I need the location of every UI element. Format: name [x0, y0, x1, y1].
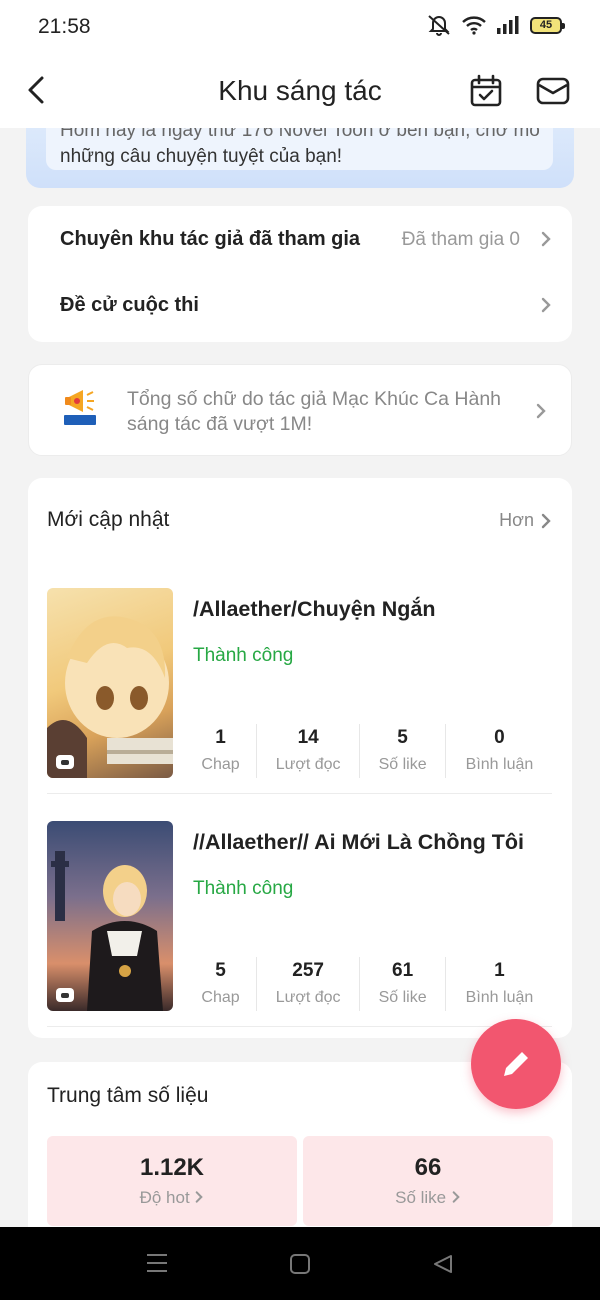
stat-label: Số like [378, 989, 427, 1006]
menu-icon[interactable] [146, 1252, 168, 1274]
likes-box[interactable]: 66 Số like [303, 1136, 553, 1226]
stat-label: Số like [378, 756, 427, 773]
story-cover [47, 821, 173, 1011]
app-header: Khu sáng tác [0, 54, 600, 128]
stat-value: 257 [292, 960, 324, 981]
recent-updates-card: Mới cập nhật Hơn /Allaether/Chuyện Ngắn … [28, 478, 572, 1038]
hot-label: Độ hot [139, 1188, 190, 1207]
chevron-right-icon [452, 1191, 460, 1203]
chevron-right-icon [541, 231, 551, 247]
stat-reads: 257 Lượt đọc [257, 957, 361, 1011]
story-stats: 1 Chap 14 Lượt đọc 5 Số like 0 Bình luận [185, 724, 553, 778]
divider [47, 1026, 552, 1027]
system-nav-bar [0, 1227, 600, 1300]
stat-value: 1 [215, 727, 226, 748]
chevron-right-icon [541, 513, 551, 528]
page-title: Khu sáng tác [218, 75, 382, 106]
stat-reads: 14 Lượt đọc [257, 724, 361, 778]
joined-zones-value: Đã tham gia 0 [401, 229, 520, 250]
story-item[interactable]: //Allaether// Ai Mới Là Chồng Tôi Thành … [47, 821, 552, 1027]
likes-label-row: Số like [303, 1188, 553, 1208]
write-fab-button[interactable] [471, 1019, 561, 1109]
story-title: /Allaether/Chuyện Ngắn [193, 597, 436, 621]
stat-likes: 5 Số like [360, 724, 446, 778]
divider [47, 793, 552, 794]
story-status: Thành công [193, 878, 294, 899]
stat-label: Chap [201, 989, 240, 1006]
joined-zones-label: Chuyên khu tác giả đã tham gia [60, 228, 361, 250]
cover-art [51, 851, 163, 1011]
megaphone-icon [64, 390, 96, 425]
stat-likes: 61 Số like [360, 957, 446, 1011]
stat-value: 0 [494, 727, 505, 748]
stat-value: 5 [215, 960, 226, 981]
notice-text: Tổng số chữ do tác giả Mạc Khúc Ca Hành … [127, 388, 502, 435]
home-icon[interactable] [289, 1253, 311, 1275]
contest-nomination-label: Đề cử cuộc thi [60, 294, 199, 316]
chevron-right-icon [196, 1191, 204, 1203]
wifi-icon [462, 16, 486, 35]
calendar-check-icon[interactable] [469, 74, 503, 108]
joined-zones-row[interactable]: Chuyên khu tác giả đã tham gia Đã tham g… [28, 206, 572, 272]
stat-value: 1 [494, 960, 505, 981]
mail-icon[interactable] [536, 76, 570, 106]
hot-label-row: Độ hot [47, 1188, 297, 1208]
links-card: Chuyên khu tác giả đã tham gia Đã tham g… [28, 206, 572, 342]
comment-badge-icon [56, 988, 74, 1002]
story-title: //Allaether// Ai Mới Là Chồng Tôi [193, 830, 525, 854]
welcome-line-2: những câu chuyện tuyệt của bạn! [60, 146, 343, 167]
status-bar: 21:58 45 [0, 0, 600, 54]
stat-label: Lượt đọc [275, 756, 341, 773]
stat-chapters: 5 Chap [185, 957, 258, 1011]
stat-value: 5 [397, 727, 408, 748]
stat-label: Chap [201, 756, 240, 773]
stat-label: Bình luận [465, 989, 534, 1006]
story-stats: 5 Chap 257 Lượt đọc 61 Số like 1 Bình lu… [185, 957, 553, 1011]
chevron-right-icon [541, 297, 551, 313]
comment-badge-icon [56, 755, 74, 769]
stat-comments: 0 Bình luận [446, 724, 553, 778]
stat-chapters: 1 Chap [185, 724, 258, 778]
stat-value: 14 [297, 727, 319, 748]
more-label: Hơn [499, 510, 534, 530]
story-item[interactable]: /Allaether/Chuyện Ngắn Thành công 1 Chap… [47, 588, 552, 794]
battery-icon: 45 [530, 16, 565, 34]
stat-value: 61 [392, 960, 414, 981]
stat-label: Bình luận [465, 756, 534, 773]
welcome-banner: Hôm nay là ngày thứ 176 Novel Toon ở bên… [26, 128, 574, 188]
status-icons: 45 [426, 14, 565, 36]
welcome-message: Hôm nay là ngày thứ 176 Novel Toon ở bên… [46, 128, 553, 170]
signal-icon [497, 16, 519, 34]
achievement-notice[interactable]: Tổng số chữ do tác giả Mạc Khúc Ca Hành … [28, 364, 572, 456]
status-time: 21:58 [38, 15, 91, 38]
contest-nomination-row[interactable]: Đề cử cuộc thi [28, 272, 572, 342]
pencil-icon [504, 1049, 531, 1076]
story-cover [47, 588, 173, 778]
section-title: Mới cập nhật [47, 508, 170, 531]
cover-art [47, 616, 173, 778]
chevron-right-icon [536, 403, 546, 419]
section-title: Trung tâm số liệu [47, 1084, 209, 1107]
battery-level: 45 [539, 19, 553, 31]
likes-label: Số like [395, 1188, 447, 1207]
welcome-line-1: Hôm nay là ngày thứ 176 Novel Toon ở bên… [60, 128, 539, 141]
more-link[interactable]: Hơn [499, 510, 552, 531]
likes-value: 66 [414, 1154, 442, 1181]
stat-comments: 1 Bình luận [446, 957, 553, 1011]
stat-label: Lượt đọc [275, 989, 341, 1006]
hot-value: 1.12K [139, 1154, 205, 1181]
back-nav-icon[interactable] [432, 1253, 454, 1275]
hot-score-box[interactable]: 1.12K Độ hot [47, 1136, 297, 1226]
story-status: Thành công [193, 645, 294, 666]
mute-icon [428, 15, 450, 36]
